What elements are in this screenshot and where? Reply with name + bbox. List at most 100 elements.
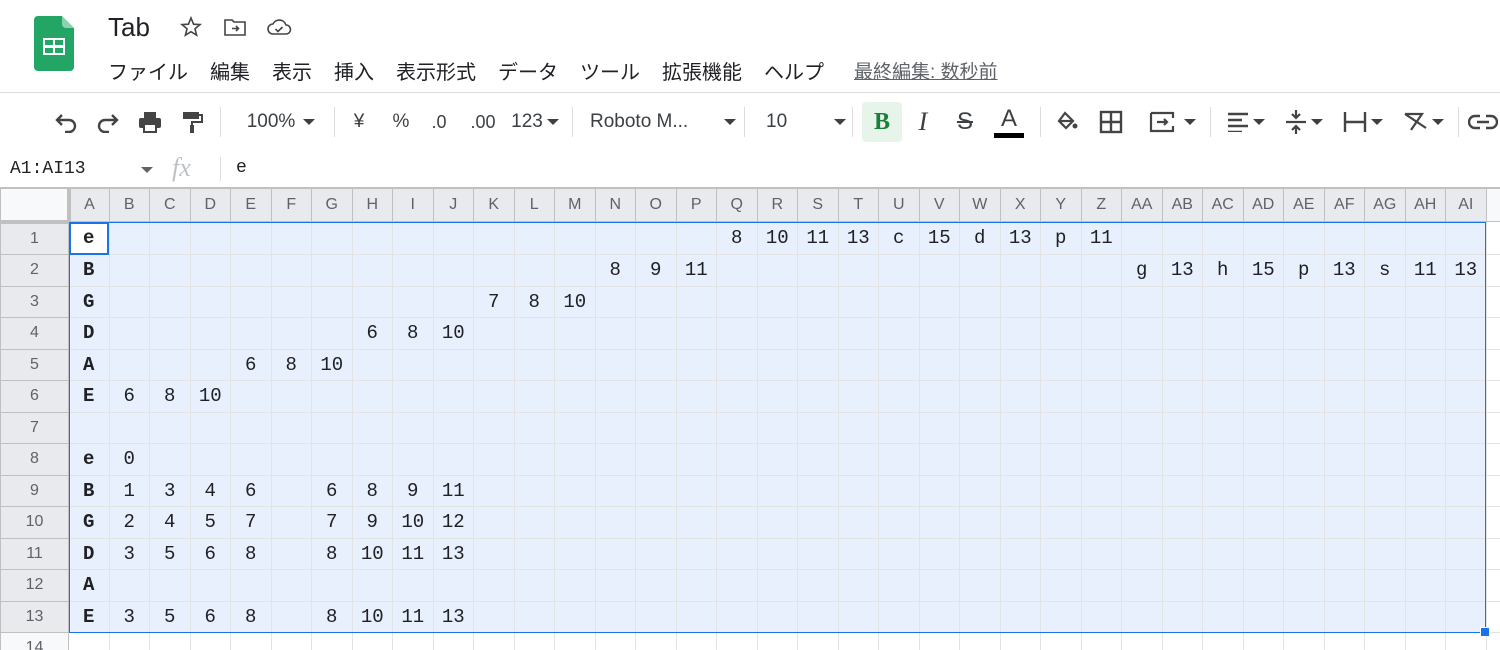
cell-E8[interactable]: [230, 443, 272, 476]
cell-U7[interactable]: [878, 411, 920, 444]
cell-AH9[interactable]: [1404, 474, 1446, 507]
cell-Q9[interactable]: [716, 474, 758, 507]
cell-P3[interactable]: [675, 285, 717, 318]
cell-C4[interactable]: [149, 317, 191, 350]
cell-S2[interactable]: [797, 254, 839, 287]
column-header-AG[interactable]: AG: [1364, 188, 1406, 222]
cell-O10[interactable]: [635, 506, 677, 539]
cell-S3[interactable]: [797, 285, 839, 318]
cell-L12[interactable]: [513, 569, 555, 602]
cell-H4[interactable]: 6: [351, 317, 393, 350]
cell-U12[interactable]: [878, 569, 920, 602]
cell-T4[interactable]: [837, 317, 879, 350]
cell-I13[interactable]: 11: [392, 600, 434, 633]
cell-I10[interactable]: 10: [392, 506, 434, 539]
cell-G11[interactable]: 8: [311, 537, 353, 570]
column-header-S[interactable]: S: [797, 188, 839, 222]
cell-AE12[interactable]: [1283, 569, 1325, 602]
cell-L1[interactable]: [513, 221, 555, 255]
cell-N6[interactable]: [594, 380, 636, 413]
cell-A1[interactable]: e: [68, 221, 110, 255]
cell-AD9[interactable]: [1242, 474, 1284, 507]
cell-Z12[interactable]: [1080, 569, 1122, 602]
cell-C1[interactable]: [149, 221, 191, 255]
menu-insert[interactable]: 挿入: [334, 56, 374, 85]
cell-R12[interactable]: [756, 569, 798, 602]
cell-L7[interactable]: [513, 411, 555, 444]
column-header-E[interactable]: E: [230, 188, 272, 222]
cell-N8[interactable]: [594, 443, 636, 476]
increase-decimal-button[interactable]: .00: [466, 93, 500, 151]
cell-AF6[interactable]: [1323, 380, 1365, 413]
cell-X11[interactable]: [999, 537, 1041, 570]
cell-U3[interactable]: [878, 285, 920, 318]
cell-AA4[interactable]: [1121, 317, 1163, 350]
cell-V8[interactable]: [918, 443, 960, 476]
row-header-10[interactable]: 10: [0, 506, 69, 539]
cell-F10[interactable]: [270, 506, 312, 539]
cell-X3[interactable]: [999, 285, 1041, 318]
cell-Y8[interactable]: [1040, 443, 1082, 476]
cell-H10[interactable]: 9: [351, 506, 393, 539]
cell-Z11[interactable]: [1080, 537, 1122, 570]
cell-AC7[interactable]: [1202, 411, 1244, 444]
cell-W13[interactable]: [959, 600, 1001, 633]
cell-O1[interactable]: [635, 221, 677, 255]
cell-AB1[interactable]: [1161, 221, 1203, 255]
cell-Z6[interactable]: [1080, 380, 1122, 413]
cell-A14[interactable]: [68, 632, 110, 650]
cell-AI9[interactable]: [1445, 474, 1487, 507]
cell-D12[interactable]: [189, 569, 231, 602]
cell-L6[interactable]: [513, 380, 555, 413]
cell-V5[interactable]: [918, 348, 960, 381]
cell-AB10[interactable]: [1161, 506, 1203, 539]
cell-E10[interactable]: 7: [230, 506, 272, 539]
cell-D7[interactable]: [189, 411, 231, 444]
cell-overflow[interactable]: [1485, 254, 1500, 287]
cell-F5[interactable]: 8: [270, 348, 312, 381]
cell-R4[interactable]: [756, 317, 798, 350]
cell-S14[interactable]: [797, 632, 839, 650]
menu-edit[interactable]: 編集: [210, 56, 250, 85]
cell-A11[interactable]: D: [68, 537, 110, 570]
cell-C3[interactable]: [149, 285, 191, 318]
cell-AB13[interactable]: [1161, 600, 1203, 633]
cell-AD12[interactable]: [1242, 569, 1284, 602]
cell-AD3[interactable]: [1242, 285, 1284, 318]
cell-B2[interactable]: [108, 254, 150, 287]
cell-L10[interactable]: [513, 506, 555, 539]
cell-AI6[interactable]: [1445, 380, 1487, 413]
cell-overflow[interactable]: [1485, 285, 1500, 318]
cell-R2[interactable]: [756, 254, 798, 287]
cell-B8[interactable]: 0: [108, 443, 150, 476]
cell-J7[interactable]: [432, 411, 474, 444]
column-header-F[interactable]: F: [270, 188, 312, 222]
cell-U6[interactable]: [878, 380, 920, 413]
row-header-4[interactable]: 4: [0, 317, 69, 350]
cell-H8[interactable]: [351, 443, 393, 476]
cell-F4[interactable]: [270, 317, 312, 350]
column-header-V[interactable]: V: [918, 188, 960, 222]
cell-overflow[interactable]: [1485, 443, 1500, 476]
cell-X5[interactable]: [999, 348, 1041, 381]
cell-J12[interactable]: [432, 569, 474, 602]
cell-Z4[interactable]: [1080, 317, 1122, 350]
cell-AA14[interactable]: [1121, 632, 1163, 650]
cell-H11[interactable]: 10: [351, 537, 393, 570]
cell-V13[interactable]: [918, 600, 960, 633]
cell-N10[interactable]: [594, 506, 636, 539]
cell-T2[interactable]: [837, 254, 879, 287]
cell-AD8[interactable]: [1242, 443, 1284, 476]
cell-Q13[interactable]: [716, 600, 758, 633]
cell-V1[interactable]: 15: [918, 221, 960, 255]
decrease-decimal-button[interactable]: .0: [424, 93, 454, 151]
cell-AH6[interactable]: [1404, 380, 1446, 413]
bold-button[interactable]: B: [862, 102, 902, 142]
cell-X9[interactable]: [999, 474, 1041, 507]
cell-K1[interactable]: [473, 221, 515, 255]
cell-U2[interactable]: [878, 254, 920, 287]
cell-R3[interactable]: [756, 285, 798, 318]
row-header-8[interactable]: 8: [0, 443, 69, 476]
cell-AB4[interactable]: [1161, 317, 1203, 350]
cell-P6[interactable]: [675, 380, 717, 413]
